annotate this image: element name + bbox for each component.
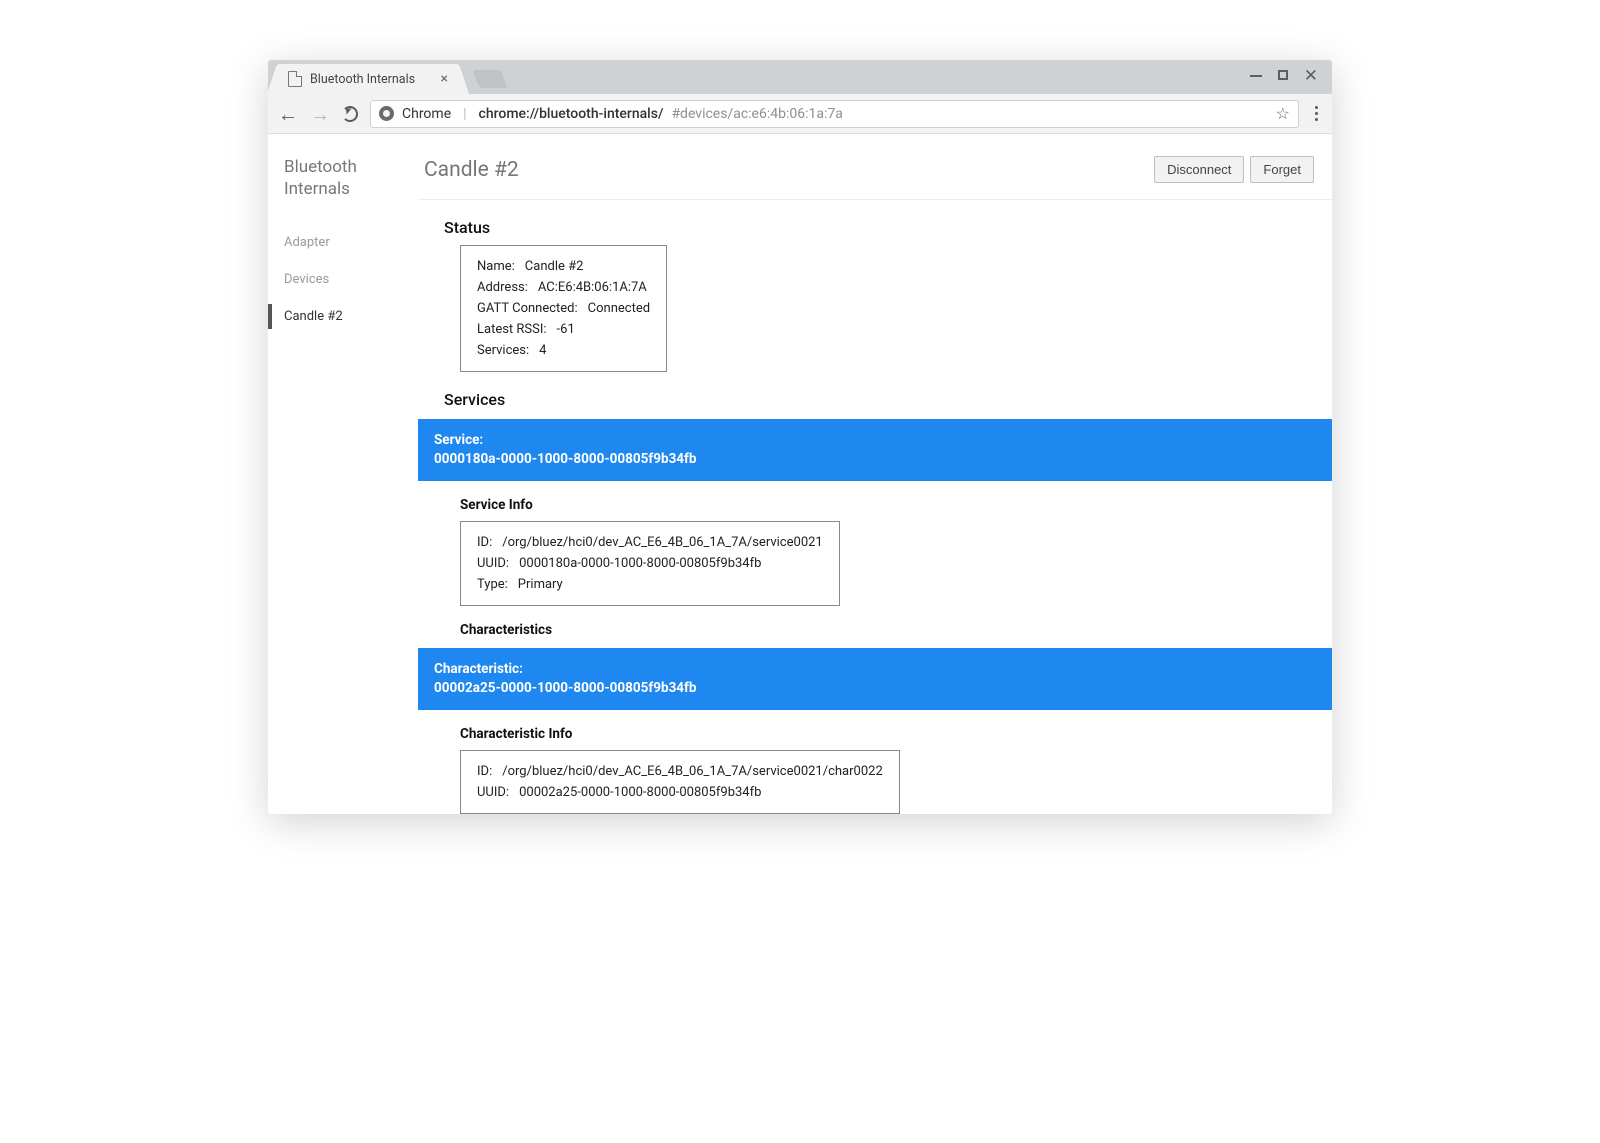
page-favicon-icon — [288, 71, 302, 87]
tabstrip: Bluetooth Internals × ✕ — [268, 60, 1332, 94]
service-id-label: ID: — [477, 535, 492, 550]
new-tab-button[interactable] — [472, 70, 507, 88]
status-gatt-label: GATT Connected: — [477, 301, 578, 316]
services-heading: Services — [444, 390, 1332, 409]
sidebar-item-candle-2[interactable]: Candle #2 — [268, 298, 418, 335]
sidebar: Bluetooth Internals Adapter Devices Cand… — [268, 134, 418, 814]
browser-toolbar: ← → Chrome | chrome://bluetooth-internal… — [268, 94, 1332, 134]
browser-menu-icon[interactable] — [1311, 106, 1322, 121]
service-type-label: Type: — [477, 577, 508, 592]
characteristic-uuid-label: UUID: — [477, 785, 509, 800]
chrome-scheme-icon — [379, 106, 394, 121]
url-separator: | — [459, 106, 470, 122]
status-name-value: Candle #2 — [525, 259, 584, 274]
browser-tab[interactable]: Bluetooth Internals × — [278, 64, 458, 94]
characteristic-info-heading: Characteristic Info — [460, 726, 1332, 742]
status-rssi-label: Latest RSSI: — [477, 322, 547, 337]
window-close-icon[interactable]: ✕ — [1304, 66, 1318, 86]
characteristic-bar-label: Characteristic: — [434, 660, 1316, 679]
status-rssi-value: -61 — [557, 322, 575, 337]
content-pane: Candle #2 Disconnect Forget Status Name:… — [418, 134, 1332, 814]
forget-button[interactable]: Forget — [1250, 156, 1314, 183]
service-id-value: /org/bluez/hci0/dev_AC_E6_4B_06_1A_7A/se… — [502, 535, 823, 550]
page-body: Bluetooth Internals Adapter Devices Cand… — [268, 134, 1332, 814]
service-info-heading: Service Info — [460, 497, 1332, 513]
sidebar-item-devices[interactable]: Devices — [268, 261, 418, 298]
characteristic-uuid-value: 00002a25-0000-1000-8000-00805f9b34fb — [519, 785, 761, 800]
window-maximize-icon[interactable] — [1278, 66, 1288, 86]
service-bar[interactable]: Service: 0000180a-0000-1000-8000-00805f9… — [418, 419, 1332, 481]
page-title: Candle #2 — [424, 158, 1148, 182]
browser-window: Bluetooth Internals × ✕ ← → Chrome | chr… — [268, 60, 1332, 814]
characteristics-heading: Characteristics — [460, 622, 1332, 638]
url-scheme: Chrome — [402, 106, 451, 122]
status-gatt-value: Connected — [588, 301, 650, 316]
url-path: #devices/ac:e6:4b:06:1a:7a — [671, 106, 842, 122]
tab-title: Bluetooth Internals — [310, 72, 415, 87]
status-box: Name: Candle #2 Address: AC:E6:4B:06:1A:7A… — [460, 245, 667, 372]
service-uuid-label: UUID: — [477, 556, 509, 571]
app-name-line1: Bluetooth — [284, 157, 357, 177]
nav-forward-icon[interactable]: → — [310, 104, 330, 124]
window-controls: ✕ — [1250, 66, 1332, 94]
status-heading: Status — [444, 218, 1332, 237]
app-name-line2: Internals — [284, 179, 350, 199]
status-name-label: Name: — [477, 259, 515, 274]
service-uuid-value: 0000180a-0000-1000-8000-00805f9b34fb — [519, 556, 761, 571]
service-type-value: Primary — [518, 577, 563, 592]
window-minimize-icon[interactable] — [1250, 66, 1262, 86]
tab-close-icon[interactable]: × — [441, 71, 448, 87]
nav-back-icon[interactable]: ← — [278, 104, 298, 124]
characteristic-bar[interactable]: Characteristic: 00002a25-0000-1000-8000-… — [418, 648, 1332, 710]
status-services-value: 4 — [539, 343, 546, 358]
status-address-label: Address: — [477, 280, 528, 295]
status-services-label: Services: — [477, 343, 529, 358]
characteristic-id-label: ID: — [477, 764, 492, 779]
characteristic-info-box: ID: /org/bluez/hci0/dev_AC_E6_4B_06_1A_7A… — [460, 750, 900, 814]
characteristic-id-value: /org/bluez/hci0/dev_AC_E6_4B_06_1A_7A/se… — [502, 764, 883, 779]
sidebar-item-adapter[interactable]: Adapter — [268, 224, 418, 261]
service-bar-uuid: 0000180a-0000-1000-8000-00805f9b34fb — [434, 450, 1316, 469]
status-address-value: AC:E6:4B:06:1A:7A — [538, 280, 647, 295]
disconnect-button[interactable]: Disconnect — [1154, 156, 1244, 183]
address-bar[interactable]: Chrome | chrome://bluetooth-internals/ #d… — [370, 100, 1299, 128]
reload-icon[interactable] — [342, 106, 358, 122]
app-name: Bluetooth Internals — [268, 156, 418, 224]
service-info-box: ID: /org/bluez/hci0/dev_AC_E6_4B_06_1A_7A… — [460, 521, 840, 606]
page-header: Candle #2 Disconnect Forget — [418, 156, 1332, 200]
characteristic-bar-uuid: 00002a25-0000-1000-8000-00805f9b34fb — [434, 679, 1316, 698]
url-host: chrome://bluetooth-internals/ — [479, 106, 664, 122]
bookmark-star-icon[interactable]: ☆ — [1276, 104, 1290, 123]
service-bar-label: Service: — [434, 431, 1316, 450]
